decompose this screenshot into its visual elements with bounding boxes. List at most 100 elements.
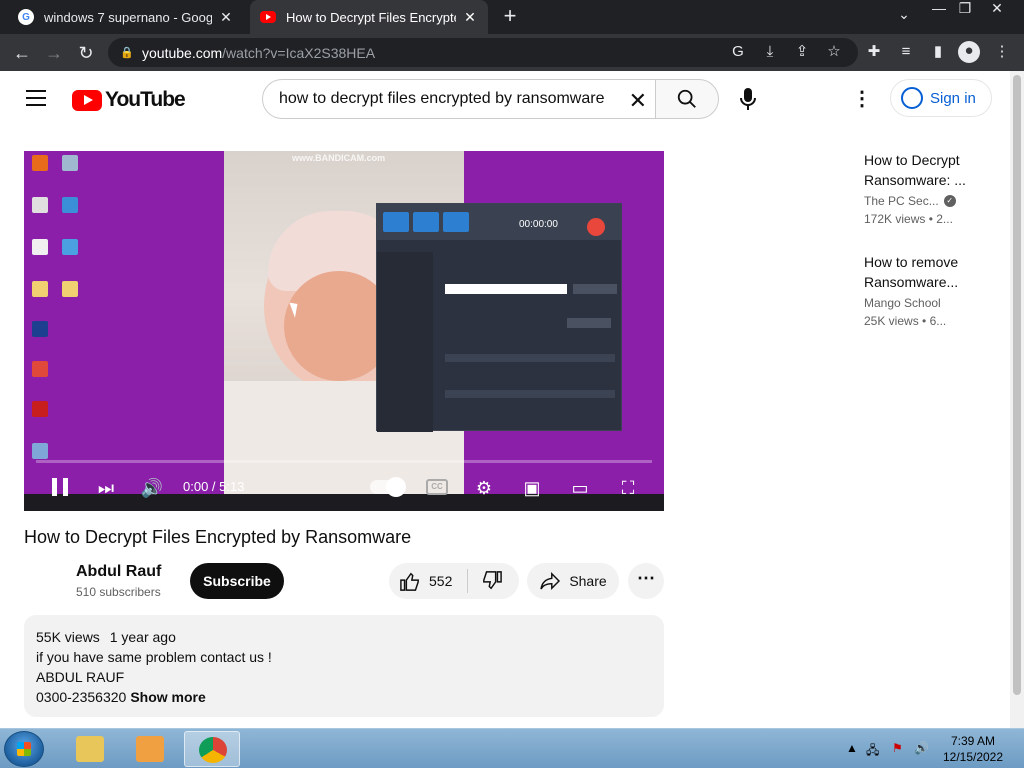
forward-button[interactable]: → [42, 41, 66, 65]
close-icon[interactable]: ✕ [218, 9, 234, 26]
install-icon[interactable]: ⤓ [760, 42, 780, 62]
page-scrollbar[interactable] [1010, 71, 1024, 728]
description-line: 0300-2356320 [36, 689, 127, 705]
volume-tray-icon[interactable]: 🔊 [914, 741, 929, 755]
clear-icon[interactable]: ✕ [629, 88, 647, 114]
anydesk-icon [32, 361, 48, 377]
dislike-button[interactable] [481, 571, 503, 596]
recommended-views: 172K views [864, 212, 926, 226]
close-window-button[interactable]: ✕ [986, 0, 1008, 20]
acrobat-icon [32, 401, 48, 417]
youtube-icon [260, 11, 276, 23]
thumbs-down-icon [483, 571, 502, 590]
voice-search-button[interactable] [728, 79, 768, 119]
start-button[interactable] [4, 731, 44, 767]
recommended-age: • 6... [922, 314, 947, 328]
profile-icon[interactable]: ● [958, 41, 980, 63]
restore-button[interactable]: ❐ [954, 0, 976, 20]
share-button[interactable]: Share [527, 563, 619, 599]
side-panel-icon[interactable]: ▮ [928, 42, 948, 62]
video-description[interactable]: 55K views 1 year ago if you have same pr… [24, 615, 664, 717]
captions-icon[interactable]: CC [426, 479, 448, 495]
browser-tabstrip: G windows 7 supernano - Google S ✕ How t… [0, 0, 1024, 34]
close-icon[interactable]: ✕ [462, 9, 478, 26]
desktop-file-icon [32, 197, 48, 213]
reload-button[interactable]: ↻ [74, 41, 98, 65]
browser-menu-icon[interactable]: ⋮ [992, 42, 1012, 62]
action-center-icon[interactable]: ⚑ [892, 741, 903, 755]
taskbar-clock[interactable]: 7:39 AM 12/15/2022 [938, 733, 1008, 765]
search-button[interactable] [655, 79, 719, 119]
taskbar-media-player[interactable] [122, 731, 178, 767]
settings-gear-icon[interactable]: ⚙ [472, 476, 496, 500]
player-controls: ⏭ 🔊 0:00 / 5:13 CC ⚙ ▣ ▭ ⛶ [24, 467, 664, 507]
windows-taskbar: ▲ 🖧 ⚑ 🔊 7:39 AM 12/15/2022 [0, 728, 1024, 768]
channel-name[interactable]: Abdul Rauf [76, 563, 161, 581]
minimize-button[interactable]: — [928, 0, 950, 20]
share-icon[interactable]: ⇪ [792, 42, 812, 62]
back-button[interactable]: ← [10, 41, 34, 65]
show-more-button[interactable]: Show more [130, 689, 205, 705]
clock-date: 12/15/2022 [942, 750, 1004, 764]
new-tab-button[interactable]: + [498, 4, 522, 28]
subscribe-button[interactable]: Subscribe [190, 563, 284, 599]
desktop-file-icon [32, 239, 48, 255]
bandicam-window: 00:00:00 [376, 203, 622, 432]
search-input[interactable] [279, 90, 619, 108]
upload-age: 1 year ago [109, 629, 176, 645]
youtube-logo[interactable]: YouTube [72, 88, 186, 112]
microphone-icon [740, 88, 756, 110]
network-tray-icon[interactable]: 🖧 [866, 741, 879, 762]
control-panel-icon [32, 443, 48, 459]
chrome-icon [199, 737, 227, 763]
folder-icon [32, 281, 48, 297]
lock-icon: 🔒 [120, 47, 134, 59]
tab-google-search[interactable]: G windows 7 supernano - Google S ✕ [8, 0, 244, 34]
extensions-icon[interactable]: ✚ [864, 42, 884, 62]
sign-in-button[interactable]: Sign in [890, 79, 992, 117]
pause-icon[interactable] [52, 478, 68, 496]
theater-mode-icon[interactable]: ▭ [568, 476, 592, 500]
like-count: 552 [429, 573, 453, 589]
recommended-video[interactable]: How to Decrypt Ransomware: ... The PC Se… [864, 150, 1000, 226]
recommended-title: How to remove Ransomware... [864, 254, 959, 290]
tab-search-icon[interactable]: ⌄ [894, 6, 914, 26]
fullscreen-icon[interactable]: ⛶ [616, 476, 640, 500]
google-icon: G [18, 9, 34, 25]
clock-time: 7:39 AM [950, 734, 996, 748]
more-actions-icon[interactable]: ⋯ [628, 563, 664, 599]
volume-icon[interactable]: 🔊 [140, 476, 164, 500]
recommended-channel: Mango School [864, 296, 941, 310]
google-lens-icon[interactable]: G [728, 42, 748, 62]
show-hidden-icons[interactable]: ▲ [846, 741, 858, 755]
autoplay-toggle[interactable] [370, 477, 406, 497]
desktop-background [24, 151, 224, 511]
recommended-channel: The PC Sec... [864, 194, 939, 208]
like-dislike-group: 552 [389, 563, 519, 599]
settings-menu-icon[interactable]: ⋮ [852, 88, 872, 110]
media-control-icon[interactable]: ≡ [896, 42, 916, 62]
share-arrow-icon [540, 572, 561, 590]
url-host: youtube.com [142, 44, 223, 61]
network-icon [62, 197, 78, 213]
recommended-video[interactable]: How to remove Ransomware... Mango School… [864, 252, 1000, 328]
taskbar-explorer[interactable] [62, 731, 118, 767]
sign-in-label: Sign in [930, 89, 976, 107]
recommended-title: How to Decrypt Ransomware: ... [864, 152, 966, 188]
miniplayer-icon[interactable]: ▣ [520, 476, 544, 500]
recommended-views: 25K views [864, 314, 919, 328]
tab-youtube-video[interactable]: How to Decrypt Files Encrypted ✕ [250, 0, 488, 34]
menu-icon[interactable] [26, 90, 46, 106]
url-path: /watch?v=IcaX2S38HEA [222, 44, 376, 61]
next-icon[interactable]: ⏭ [94, 476, 118, 500]
bookmark-star-icon[interactable]: ☆ [824, 42, 844, 62]
booking-icon [32, 321, 48, 337]
like-button[interactable]: 552 [399, 571, 452, 591]
video-player[interactable]: www.BANDICAM.com 00:00:00 ⏭ 🔊 0:00 / 5:1… [24, 151, 664, 511]
subscriber-count: 510 subscribers [76, 585, 161, 599]
video-progress-bar[interactable] [36, 460, 652, 463]
taskbar-chrome[interactable] [184, 731, 240, 767]
recommended-age: • 2... [928, 212, 953, 226]
record-icon [587, 218, 605, 236]
description-line: ABDUL RAUF [36, 669, 125, 685]
